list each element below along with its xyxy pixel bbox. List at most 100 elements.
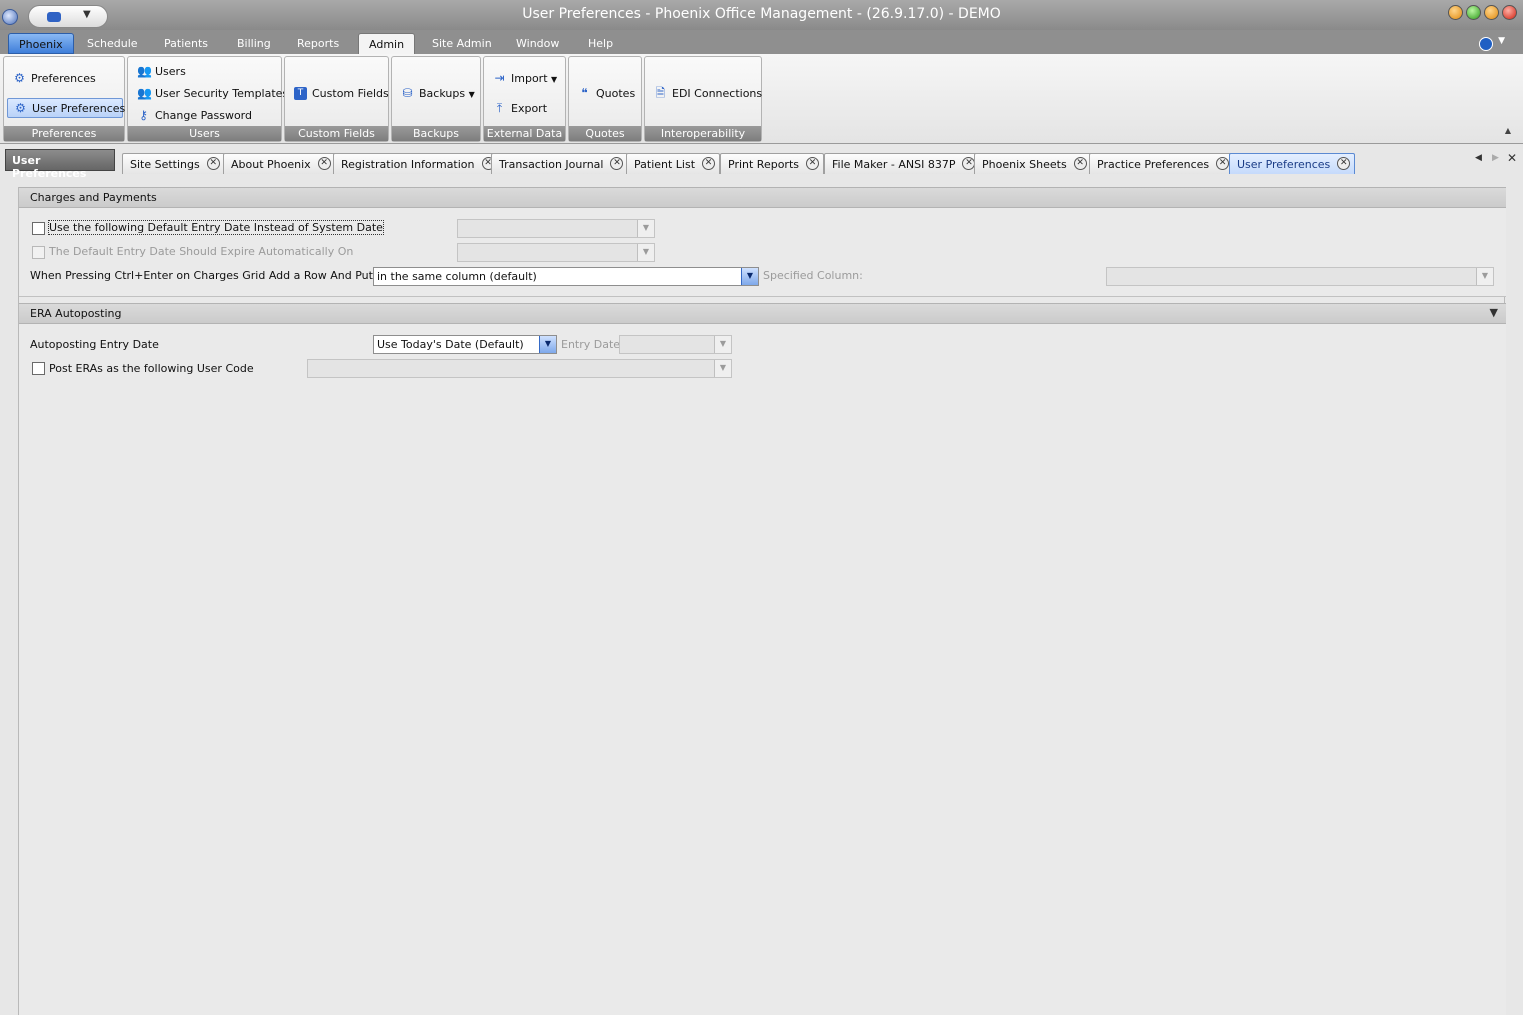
tab-about-phoenix[interactable]: About Phoenix ✕ <box>223 153 336 174</box>
menu-window[interactable]: Window <box>506 33 569 54</box>
autoposting-entry-date-select[interactable]: Use Today's Date (Default) ▼ <box>373 335 557 354</box>
chevron-down-icon: ▼ <box>551 75 558 84</box>
close-icon[interactable]: ✕ <box>1337 157 1351 170</box>
users-lock-icon: 👥 <box>137 86 152 100</box>
default-entry-date-label[interactable]: Use the following Default Entry Date Ins… <box>48 220 384 235</box>
close-icon[interactable]: ✕ <box>206 157 220 170</box>
quote-icon: ❝ <box>581 86 588 100</box>
tab-registration-information[interactable]: Registration Information ✕ <box>333 153 500 174</box>
menu-help[interactable]: Help <box>578 33 623 54</box>
tab-practice-preferences[interactable]: Practice Preferences ✕ <box>1089 153 1235 174</box>
text-field-icon: T <box>294 87 307 100</box>
section-body-charges: Use the following Default Entry Date Ins… <box>19 208 1506 297</box>
chevron-down-icon: ▼ <box>714 336 731 353</box>
chevron-down-icon: ▼ <box>637 220 654 237</box>
maximize-icon[interactable] <box>1484 5 1499 20</box>
close-icon[interactable]: ✕ <box>806 157 819 170</box>
change-password-button[interactable]: ⚷ Change Password <box>131 106 256 126</box>
ribbon-group-label: Users <box>128 126 281 141</box>
ribbon-group-users: 👥 Users 👥 User Security Templates ⚷ Chan… <box>127 56 288 142</box>
close-icon[interactable] <box>1502 5 1517 20</box>
ribbon-group-custom-fields: T Custom Fields Custom Fields <box>284 56 389 142</box>
document-tab-strip: User Preferences Site Settings ✕ About P… <box>0 144 1523 180</box>
expire-automatically-checkbox[interactable] <box>32 246 45 259</box>
scroll-right-icon[interactable]: ▶ <box>1492 153 1499 163</box>
tab-file-maker[interactable]: File Maker - ANSI 837P ✕ <box>824 153 981 174</box>
edi-connections-button[interactable]: 🗎 EDI Connections <box>648 84 766 104</box>
quotes-button[interactable]: ❝ Quotes <box>572 84 639 104</box>
preferences-button[interactable]: ⚙ Preferences <box>7 69 100 89</box>
specified-column-select[interactable]: ▼ <box>1106 267 1494 286</box>
help-icon[interactable] <box>1479 37 1493 51</box>
ribbon-group-label: Interoperability <box>645 126 761 141</box>
restore-icon[interactable] <box>1466 5 1481 20</box>
menu-billing[interactable]: Billing <box>227 33 281 54</box>
tab-print-reports[interactable]: Print Reports ✕ <box>720 153 824 174</box>
default-entry-date-checkbox[interactable] <box>32 222 45 235</box>
menu-reports[interactable]: Reports <box>287 33 349 54</box>
chevron-down-icon: ▼ <box>714 360 731 377</box>
document-link-icon: 🗎 <box>655 86 666 100</box>
chevron-down-icon: ▼ <box>741 268 758 285</box>
close-icon[interactable]: ✕ <box>317 157 331 170</box>
menu-patients[interactable]: Patients <box>154 33 218 54</box>
ctrl-enter-select[interactable]: in the same column (default) ▼ <box>373 267 759 286</box>
ribbon-group-external-data: ⇥ Import ▼ ⤒ Export External Data <box>483 56 566 142</box>
key-icon: ⚷ <box>139 108 148 122</box>
scroll-left-icon[interactable]: ◀ <box>1475 153 1482 163</box>
ctrl-enter-label: When Pressing Ctrl+Enter on Charges Grid… <box>30 269 413 282</box>
section-header-era[interactable]: ERA Autoposting ▼ <box>19 303 1506 324</box>
tab-site-settings[interactable]: Site Settings ✕ <box>122 153 225 174</box>
menu-site-admin[interactable]: Site Admin <box>422 33 502 54</box>
menu-admin[interactable]: Admin <box>358 33 416 54</box>
ribbon-group-preferences: ⚙ Preferences ⚙ User Preferences Prefere… <box>3 56 125 142</box>
gear-icon: ⚙ <box>14 71 25 85</box>
autoposting-entry-date-label: Autoposting Entry Date <box>30 338 159 351</box>
tab-patient-list[interactable]: Patient List ✕ <box>626 153 721 174</box>
ribbon-group-quotes: ❝ Quotes Quotes <box>568 56 642 142</box>
preferences-panel: Charges and Payments Use the following D… <box>18 187 1506 1015</box>
close-icon[interactable]: ✕ <box>610 157 624 170</box>
window-title: User Preferences - Phoenix Office Manage… <box>522 6 1001 22</box>
tab-transaction-journal[interactable]: Transaction Journal ✕ <box>491 153 629 174</box>
chevron-down-icon: ▼ <box>468 90 475 99</box>
entry-date-field[interactable]: ▼ <box>619 335 732 354</box>
expire-date-select[interactable]: ▼ <box>457 243 655 262</box>
users-button[interactable]: 👥 Users <box>131 62 190 82</box>
custom-fields-button[interactable]: T Custom Fields <box>288 84 393 104</box>
menu-bar: Phoenix Schedule Patients Billing Report… <box>0 30 1523 54</box>
tab-user-preferences[interactable]: User Preferences ✕ <box>1229 153 1356 174</box>
chevron-down-icon[interactable]: ▼ <box>1498 36 1505 46</box>
collapse-ribbon-icon[interactable]: ▲ <box>1505 126 1511 135</box>
ribbon-group-label: External Data <box>484 126 565 141</box>
ribbon-group-interoperability: 🗎 EDI Connections Interoperability <box>644 56 762 142</box>
close-all-icon[interactable]: ✕ <box>1507 151 1517 165</box>
ribbon-group-label: Backups <box>392 126 480 141</box>
export-button[interactable]: ⤒ Export <box>487 99 551 119</box>
expire-automatically-label: The Default Entry Date Should Expire Aut… <box>49 245 354 258</box>
menu-phoenix[interactable]: Phoenix <box>8 33 74 54</box>
user-preferences-button[interactable]: ⚙ User Preferences <box>7 98 125 118</box>
default-entry-date-select[interactable]: ▼ <box>457 219 655 238</box>
minimize-icon[interactable] <box>1448 5 1463 20</box>
chevron-down-icon: ▼ <box>539 336 556 353</box>
entry-date-label: Entry Date <box>561 338 621 351</box>
section-header-charges[interactable]: Charges and Payments <box>19 187 1506 208</box>
post-eras-checkbox[interactable] <box>32 362 45 375</box>
section-body-era: Autoposting Entry Date Use Today's Date … <box>19 324 1506 1015</box>
title-bar: ▼ User Preferences - Phoenix Office Mana… <box>0 0 1523 30</box>
user-security-templates-button[interactable]: 👥 User Security Templates <box>131 84 292 104</box>
import-icon: ⇥ <box>494 71 505 85</box>
tab-strip-title: User Preferences <box>5 149 115 180</box>
user-code-select[interactable]: ▼ <box>307 359 732 378</box>
tab-phoenix-sheets[interactable]: Phoenix Sheets ✕ <box>974 153 1092 174</box>
close-icon[interactable]: ✕ <box>1216 157 1230 170</box>
collapse-icon[interactable]: ▼ <box>1490 306 1498 319</box>
backups-button[interactable]: ⛁ Backups ▼ <box>395 84 479 104</box>
close-icon[interactable]: ✕ <box>1073 157 1087 170</box>
window-controls <box>1448 5 1517 20</box>
import-button[interactable]: ⇥ Import ▼ <box>487 69 561 89</box>
close-icon[interactable]: ✕ <box>702 157 716 170</box>
menu-schedule[interactable]: Schedule <box>77 33 148 54</box>
database-icon: ⛁ <box>402 86 413 100</box>
